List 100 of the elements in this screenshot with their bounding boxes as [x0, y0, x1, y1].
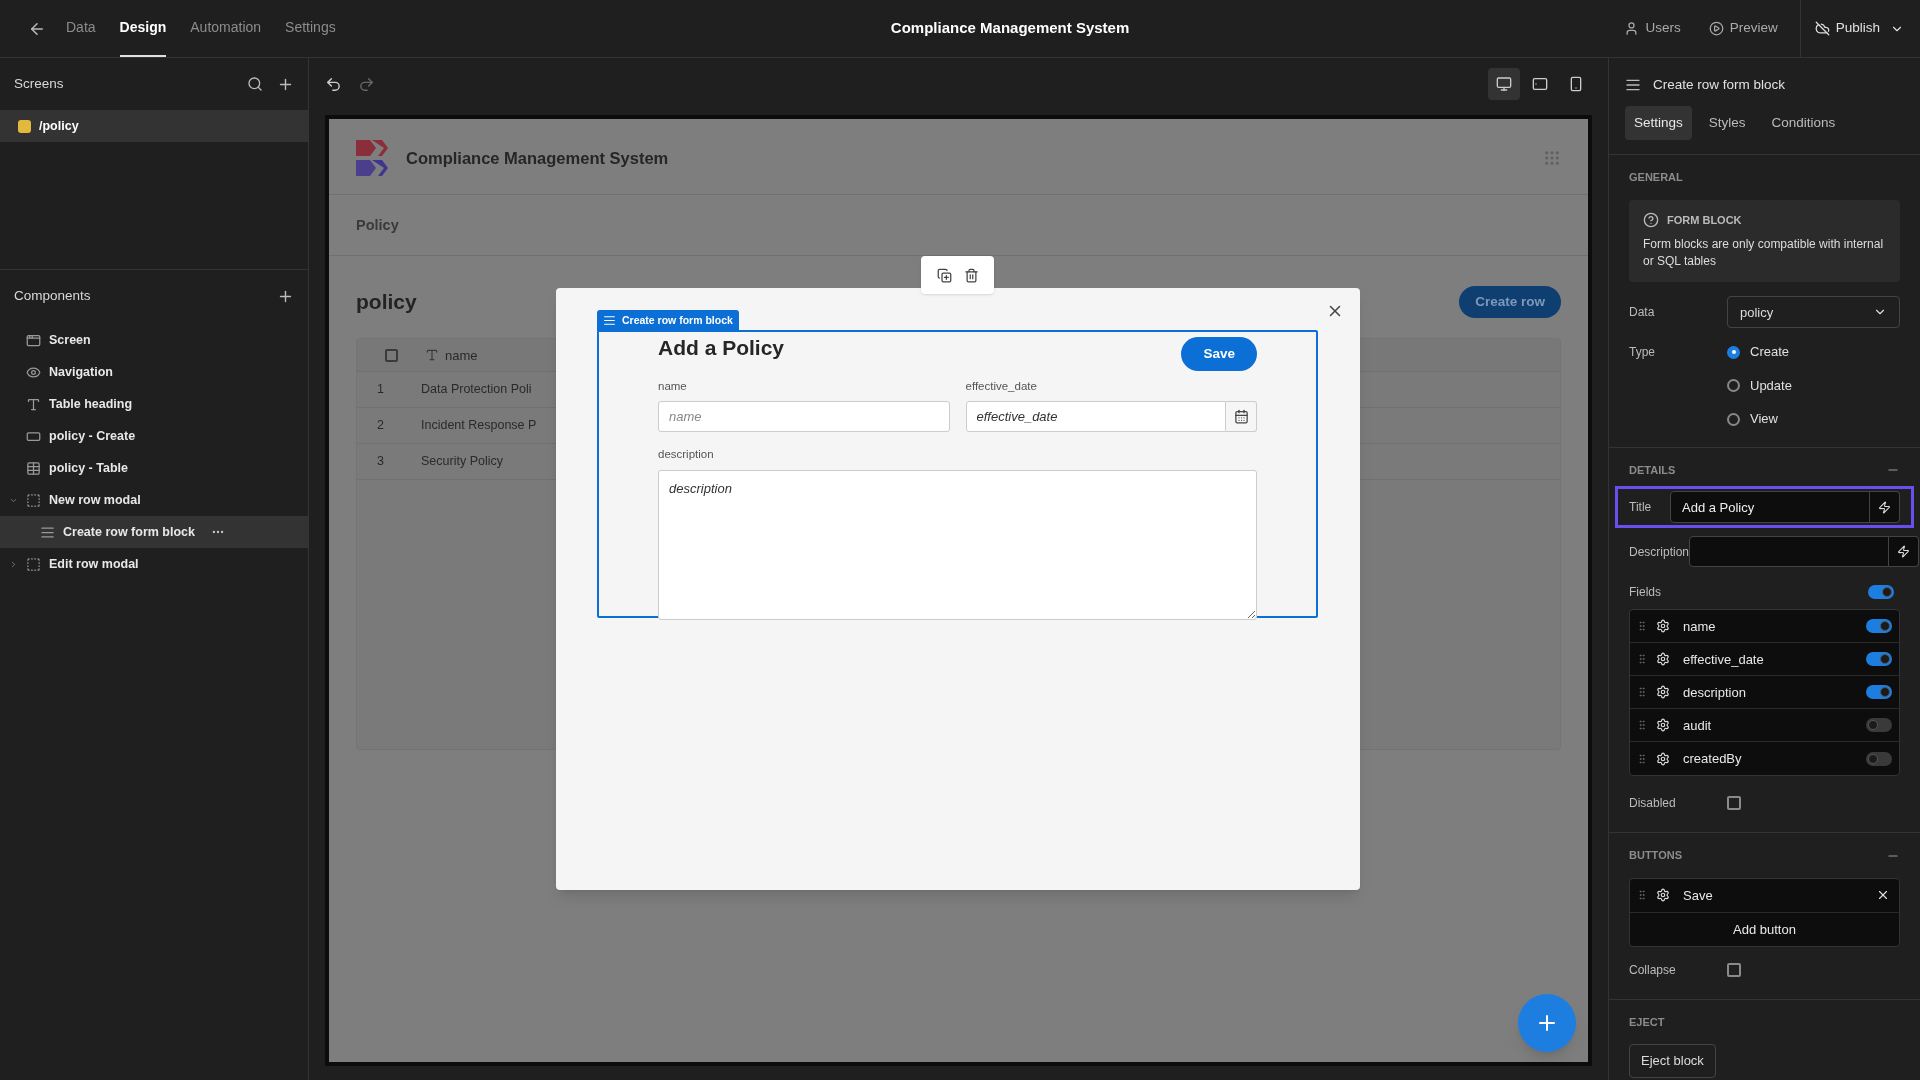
gear-icon[interactable] [1656, 751, 1670, 766]
component-item[interactable]: policy - Create [0, 420, 308, 452]
text-area[interactable]: description [658, 469, 1257, 620]
component-item[interactable]: policy - Table [0, 452, 308, 484]
drag-handle-icon[interactable] [1636, 719, 1648, 732]
checkbox[interactable] [384, 348, 398, 362]
lines-icon [40, 524, 55, 540]
radio-option[interactable]: Update [1727, 375, 1792, 396]
monitor-icon [1496, 76, 1512, 92]
section-heading: GENERAL [1629, 170, 1684, 186]
button-name: Save [1683, 886, 1714, 905]
table-cell-text: Data Protection Poli [420, 381, 532, 399]
field-label: description [658, 447, 715, 463]
undo-icon[interactable] [325, 75, 342, 93]
gear-icon[interactable] [1656, 685, 1670, 700]
component-label: Screen [49, 331, 91, 349]
input-field[interactable]: name [658, 401, 950, 433]
block-label[interactable]: Create row form block [597, 310, 739, 331]
duplicate-icon[interactable] [936, 267, 952, 283]
route-item[interactable]: /policy [0, 110, 308, 142]
drag-handle-icon[interactable] [1636, 686, 1648, 699]
nav-tab[interactable]: Settings [285, 0, 336, 57]
preview-button[interactable]: Preview [1708, 18, 1778, 39]
lines-icon [1625, 77, 1641, 93]
publish-button[interactable]: Publish [1814, 18, 1904, 39]
phone-icon [1568, 76, 1584, 92]
row-number: 1 [376, 381, 385, 399]
description-field[interactable] [1689, 536, 1890, 568]
field-label: effective_date [965, 379, 1038, 394]
grid-dots-icon[interactable] [1543, 149, 1561, 167]
form-title: Add a Policy [658, 335, 785, 362]
data-select[interactable]: policy [1727, 296, 1900, 329]
nav-tab[interactable]: Automation [190, 0, 262, 57]
drag-handle-icon[interactable] [1636, 620, 1648, 633]
redo-icon[interactable] [358, 75, 375, 93]
toggle-switch[interactable] [1866, 718, 1892, 733]
toggle-switch[interactable] [1866, 751, 1892, 766]
field-name: description [1683, 683, 1747, 702]
gear-icon[interactable] [1656, 888, 1670, 903]
lines-icon [603, 314, 616, 327]
component-item[interactable]: Create row form block [0, 516, 308, 548]
delete-icon[interactable] [963, 267, 979, 283]
calendar-icon [1233, 409, 1249, 425]
field-name: createdBy [1683, 750, 1743, 768]
panel-tab[interactable]: Settings [1625, 106, 1692, 141]
bolt-icon [1878, 500, 1891, 514]
window-icon [26, 332, 41, 348]
toggle-switch[interactable] [1866, 652, 1892, 667]
component-item[interactable]: Edit row modal [0, 548, 308, 580]
device-button[interactable] [1488, 68, 1520, 100]
gear-icon[interactable] [1656, 718, 1670, 733]
panel-tab[interactable]: Conditions [1762, 106, 1845, 141]
user-icon [1624, 21, 1640, 36]
search-icon[interactable] [247, 76, 263, 92]
cloud-off-icon [1814, 21, 1830, 36]
title-field[interactable]: Add a Policy [1670, 491, 1870, 524]
setting-label: Collapse [1629, 961, 1677, 979]
panel-tab[interactable]: Styles [1699, 106, 1755, 141]
calendar-button[interactable] [1226, 401, 1257, 433]
date-field[interactable]: effective_date [965, 401, 1226, 433]
table-cell-text: Incident Response P [420, 417, 537, 435]
drag-handle-icon[interactable] [1636, 752, 1648, 765]
binding-button[interactable] [1889, 536, 1920, 568]
component-label: Edit row modal [49, 555, 139, 573]
dashed-square-icon [26, 492, 41, 508]
dashed-square-icon [26, 556, 41, 572]
app-title: Compliance Management System [889, 18, 1130, 39]
component-label: Table heading [49, 395, 133, 413]
gear-icon[interactable] [1656, 652, 1670, 667]
section-title: Screens [14, 74, 64, 93]
field-name: name [1683, 617, 1717, 636]
component-item[interactable]: New row modal [0, 484, 308, 516]
radio-option[interactable]: View [1727, 409, 1792, 429]
field-name: effective_date [1683, 650, 1765, 669]
section-heading: EJECT [1629, 1014, 1666, 1030]
checkbox[interactable] [1727, 962, 1741, 977]
binding-button[interactable] [1870, 491, 1900, 524]
radio-option[interactable]: Create [1727, 342, 1792, 362]
nav-tab[interactable]: Data [66, 0, 96, 57]
component-item[interactable]: Table heading [0, 388, 308, 420]
add-button[interactable]: Add button [1630, 912, 1899, 946]
section-title: Components [14, 286, 91, 305]
setting-label: Fields [1629, 584, 1661, 602]
users-button[interactable]: Users [1624, 18, 1681, 39]
create-row-button[interactable]: Create row [1459, 286, 1561, 319]
component-label: Create row form block [63, 523, 195, 541]
drag-handle-icon[interactable] [1636, 653, 1648, 666]
eject-button[interactable]: Eject block [1629, 1044, 1716, 1078]
toggle-switch[interactable] [1866, 619, 1892, 634]
checkbox[interactable] [1727, 796, 1741, 811]
page-heading: policy [356, 289, 417, 316]
drag-handle-icon[interactable] [1636, 889, 1648, 902]
toggle-switch[interactable] [1868, 585, 1894, 600]
gear-icon[interactable] [1656, 619, 1670, 634]
toggle-switch[interactable] [1866, 685, 1892, 700]
component-item[interactable]: Navigation [0, 356, 308, 388]
component-label: Navigation [49, 363, 113, 381]
save-button[interactable]: Save [1181, 336, 1257, 372]
help-icon [1643, 212, 1659, 228]
component-item[interactable]: Screen [0, 324, 308, 356]
